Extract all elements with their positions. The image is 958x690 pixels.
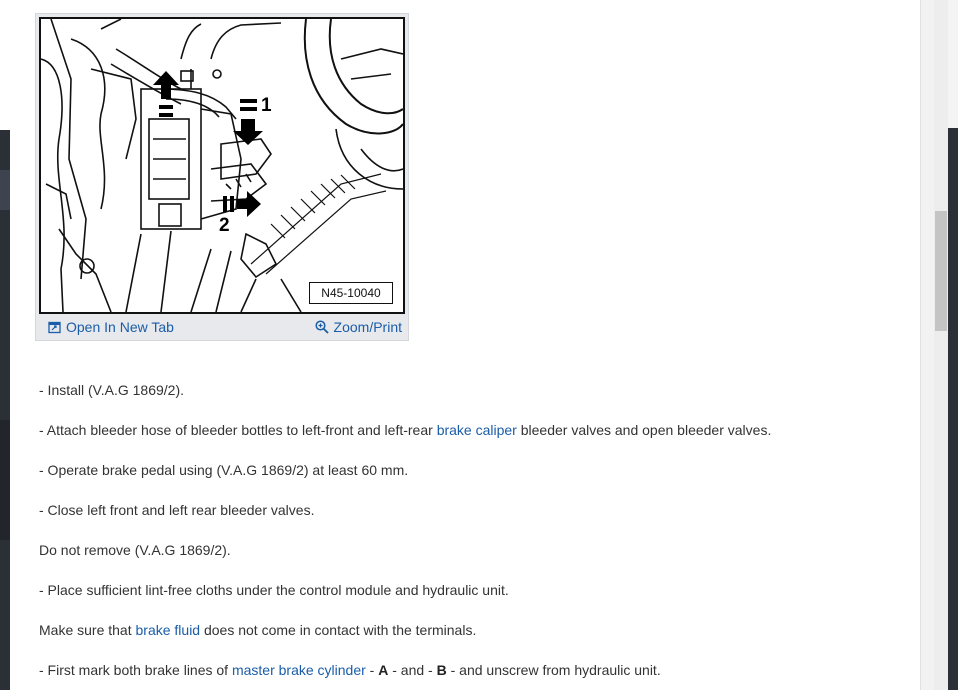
- vertical-scrollbar[interactable]: [934, 0, 948, 690]
- line-label-b: B: [436, 662, 447, 678]
- step-text: - Place sufficient lint-free cloths unde…: [39, 582, 509, 598]
- step-text: -: [365, 662, 379, 678]
- step-text: - Close left front and left rear bleeder…: [39, 502, 315, 518]
- open-in-new-tab-link[interactable]: Open In New Tab: [48, 319, 174, 335]
- page: 1 2 N45-10040 Open In New Tab Zoom/Print…: [0, 0, 958, 690]
- step-operate-pedal: - Operate brake pedal using (V.A.G 1869/…: [39, 458, 899, 498]
- step-close-valves: - Close left front and left rear bleeder…: [39, 498, 899, 538]
- brake-fluid-link[interactable]: brake fluid: [136, 622, 201, 638]
- brake-unit-drawing: [41, 19, 403, 312]
- zoom-print-label: Zoom/Print: [333, 319, 402, 335]
- open-in-new-tab-label: Open In New Tab: [66, 319, 174, 335]
- step-text: Make sure that: [39, 622, 136, 638]
- step-place-cloths: - Place sufficient lint-free cloths unde…: [39, 578, 899, 618]
- step-text: - and unscrew from hydraulic unit.: [446, 662, 661, 678]
- line-label-a: A: [378, 662, 389, 678]
- figure-illustration[interactable]: 1 2 N45-10040: [39, 17, 405, 314]
- callout-2: 2: [219, 215, 230, 236]
- figure-code-label: N45-10040: [309, 282, 393, 304]
- step-text: - First mark both brake lines of: [39, 662, 232, 678]
- scrollbar-thumb[interactable]: [935, 211, 947, 331]
- procedure-steps: - Install (V.A.G 1869/2). - Attach bleed…: [39, 378, 899, 690]
- step-install: - Install (V.A.G 1869/2).: [39, 378, 899, 418]
- step-attach-bleeder-hose: - Attach bleeder hose of bleeder bottles…: [39, 418, 899, 458]
- new-tab-icon: [48, 321, 61, 333]
- right-window-edge: [948, 0, 958, 690]
- step-text: bleeder valves and open bleeder valves.: [516, 422, 772, 438]
- callout-1: 1: [261, 95, 272, 116]
- figure-container: 1 2 N45-10040 Open In New Tab Zoom/Print: [35, 13, 409, 341]
- step-text: - Operate brake pedal using (V.A.G 1869/…: [39, 462, 409, 478]
- left-window-edge: [0, 0, 10, 690]
- brake-caliper-link[interactable]: brake caliper: [437, 422, 517, 438]
- content-right-gutter: [920, 0, 935, 690]
- step-text: - Attach bleeder hose of bleeder bottles…: [39, 422, 437, 438]
- step-text: does not come in contact with the termin…: [200, 622, 477, 638]
- note-do-not-remove: Do not remove (V.A.G 1869/2).: [39, 538, 899, 578]
- step-text: - Install (V.A.G 1869/2).: [39, 382, 184, 398]
- step-text: Do not remove (V.A.G 1869/2).: [39, 542, 231, 558]
- magnifier-icon: [314, 320, 329, 334]
- step-text: - and -: [388, 662, 437, 678]
- note-brake-fluid: Make sure that brake fluid does not come…: [39, 618, 899, 658]
- master-brake-cylinder-link[interactable]: master brake cylinder: [232, 662, 366, 678]
- zoom-print-link[interactable]: Zoom/Print: [314, 319, 402, 335]
- step-mark-brake-lines: - First mark both brake lines of master …: [39, 658, 899, 690]
